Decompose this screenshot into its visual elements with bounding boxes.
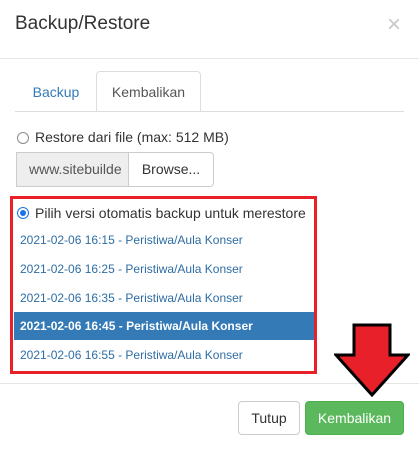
browse-button[interactable]: Browse... xyxy=(128,152,214,187)
restore-button[interactable]: Kembalikan xyxy=(305,401,404,435)
tab-backup[interactable]: Backup xyxy=(20,72,92,112)
red-down-arrow-icon xyxy=(334,323,410,397)
restore-file-radio[interactable] xyxy=(17,132,29,144)
tab-kembalikan[interactable]: Kembalikan xyxy=(96,71,201,112)
backup-version-item[interactable]: 2021-02-06 16:25 - Peristiwa/Aula Konser xyxy=(14,255,314,283)
close-button[interactable]: Tutup xyxy=(238,401,300,435)
file-path-field[interactable]: www.sitebuilde xyxy=(16,152,129,187)
close-icon[interactable]: × xyxy=(384,13,404,37)
header-divider xyxy=(0,58,419,59)
restore-file-label: Restore dari file (max: 512 MB) xyxy=(35,129,229,145)
backup-version-item[interactable]: 2021-02-06 16:55 - Peristiwa/Aula Konser xyxy=(14,341,314,369)
dialog-title: Backup/Restore xyxy=(15,13,151,34)
backup-version-item[interactable]: 2021-02-06 16:15 - Peristiwa/Aula Konser xyxy=(14,226,314,254)
backup-version-item-selected[interactable]: 2021-02-06 16:45 - Peristiwa/Aula Konser xyxy=(14,312,314,340)
auto-backup-radio[interactable] xyxy=(17,207,29,219)
backup-version-item[interactable]: 2021-02-06 16:35 - Peristiwa/Aula Konser xyxy=(14,284,314,312)
tab-divider xyxy=(15,111,404,112)
auto-backup-label: Pilih versi otomatis backup untuk merest… xyxy=(35,205,306,221)
